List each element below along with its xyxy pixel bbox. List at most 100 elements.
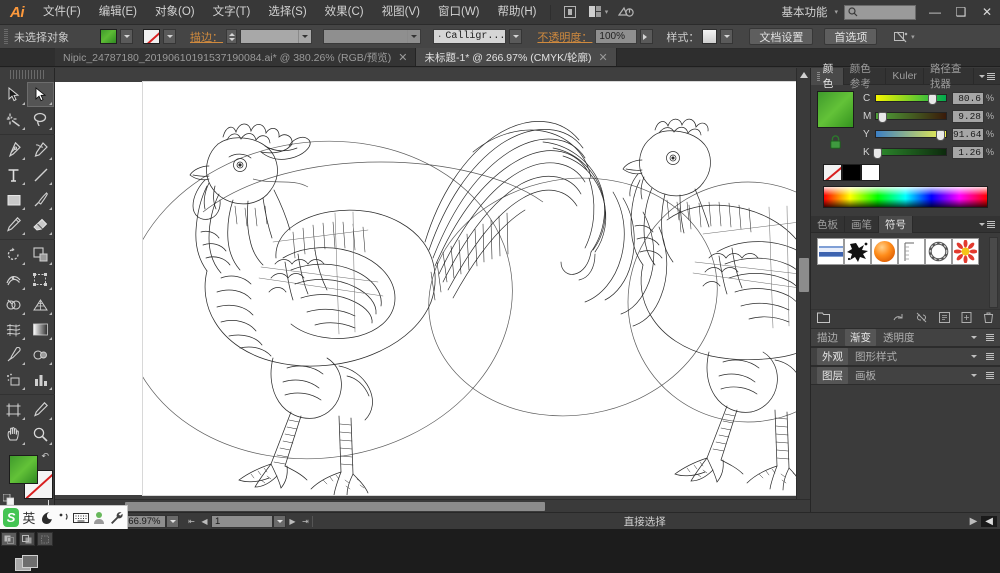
zoom-dropdown-button[interactable] — [166, 514, 179, 528]
draw-behind-icon[interactable] — [19, 532, 35, 546]
canvas-vertical-scrollbar[interactable] — [796, 68, 810, 512]
menu-select[interactable]: 选择(S) — [259, 0, 315, 25]
prev-page-icon[interactable]: ◀ — [198, 515, 211, 528]
menu-window[interactable]: 窗口(W) — [429, 0, 489, 25]
tab-stroke[interactable]: 描边 — [817, 330, 838, 345]
close-button[interactable]: ✕ — [974, 0, 1000, 25]
horizontal-scroll-thumb[interactable] — [125, 502, 545, 511]
line-segment-tool[interactable] — [27, 162, 54, 187]
change-screen-mode-icon[interactable] — [0, 554, 54, 573]
direct-selection-tool[interactable] — [27, 82, 54, 107]
document-setup-button[interactable]: 文档设置 — [749, 28, 814, 45]
vertical-scroll-thumb[interactable] — [799, 258, 809, 292]
menu-type[interactable]: 文字(T) — [204, 0, 260, 25]
canvas-horizontal-scrollbar[interactable] — [55, 499, 810, 512]
close-icon[interactable]: ✕ — [598, 51, 607, 64]
style-dropdown-button[interactable] — [720, 29, 734, 44]
toolbar-fill-swatch[interactable] — [9, 455, 38, 484]
tab-color-guide[interactable]: 颜色参考 — [844, 63, 887, 90]
slider-track-c[interactable] — [875, 94, 947, 105]
opacity-dropdown-button[interactable] — [640, 29, 654, 44]
symbol-sprayer-tool[interactable] — [0, 367, 27, 392]
white-swatch[interactable] — [861, 164, 880, 181]
stroke-profile-combo[interactable] — [323, 29, 421, 44]
eraser-tool[interactable] — [27, 212, 54, 237]
menu-file[interactable]: 文件(F) — [34, 0, 90, 25]
arrange-documents-icon[interactable]: ▾ — [587, 4, 609, 21]
gradient-bar-symbol[interactable] — [817, 238, 844, 265]
stroke-dropdown-button[interactable] — [163, 29, 176, 44]
comma-icon[interactable] — [56, 508, 71, 527]
opacity-input[interactable]: 100% — [595, 29, 638, 44]
menu-effect[interactable]: 效果(C) — [316, 0, 373, 25]
page-number-input[interactable]: 1 — [211, 514, 273, 528]
place-symbol-icon[interactable] — [893, 312, 904, 326]
stroke-color-swatch[interactable] — [143, 29, 160, 44]
slider-value-y[interactable]: 91.64 — [952, 127, 984, 141]
preferences-button[interactable]: 首选项 — [824, 28, 878, 45]
scale-tool[interactable] — [27, 242, 54, 267]
rope-ring-symbol[interactable] — [925, 238, 952, 265]
symbol-options-icon[interactable] — [939, 312, 950, 326]
orange-sphere-symbol[interactable] — [871, 238, 898, 265]
menu-edit[interactable]: 编辑(E) — [90, 0, 146, 25]
close-icon[interactable]: ✕ — [398, 51, 407, 64]
new-symbol-icon[interactable] — [961, 312, 972, 326]
active-color-preview[interactable] — [817, 91, 854, 128]
next-page-icon[interactable]: ▶ — [286, 515, 299, 528]
symbol-libraries-icon[interactable] — [817, 312, 830, 326]
delete-symbol-icon[interactable] — [983, 312, 994, 326]
scroll-up-icon[interactable] — [797, 68, 810, 82]
stock-icon[interactable] — [615, 4, 637, 21]
page-dropdown-button[interactable] — [273, 514, 286, 528]
width-tool[interactable] — [0, 267, 27, 292]
wrench-icon[interactable] — [109, 508, 124, 527]
search-input[interactable] — [844, 4, 916, 20]
canvas-area[interactable] — [55, 68, 810, 512]
restore-button[interactable]: ❑ — [948, 0, 974, 25]
last-page-icon[interactable]: ⇥ — [299, 515, 312, 528]
slider-track-y[interactable] — [875, 130, 947, 141]
curvature-tool[interactable] — [27, 137, 54, 162]
symbols-panel-scrollbar[interactable] — [989, 237, 998, 308]
tab-pathfinder[interactable]: 路径查找器 — [924, 63, 974, 90]
black-swatch[interactable] — [842, 164, 861, 181]
tab-layers[interactable]: 图层 — [817, 367, 848, 384]
default-fill-stroke-icon[interactable] — [2, 493, 15, 506]
menu-help[interactable]: 帮助(H) — [489, 0, 546, 25]
opacity-label[interactable]: 不透明度： — [537, 29, 592, 45]
ime-language-toggle[interactable]: 英 — [21, 508, 36, 527]
selection-tool[interactable] — [0, 82, 27, 107]
slider-track-k[interactable] — [872, 148, 947, 159]
tab-swatches[interactable]: 色板 — [811, 215, 845, 233]
bridge-icon[interactable] — [559, 4, 581, 21]
symbols-panel-menu-icon[interactable] — [974, 220, 1000, 228]
workspace-switcher[interactable]: 基本功能 — [777, 4, 831, 20]
pen-tool[interactable] — [0, 137, 27, 162]
status-expand-icon[interactable]: ▶ — [970, 516, 978, 527]
slice-tool[interactable] — [27, 397, 54, 422]
slider-track-m[interactable] — [875, 112, 947, 123]
slider-value-k[interactable]: 1.26 — [952, 145, 984, 159]
gradient-tool[interactable] — [27, 317, 54, 342]
magic-wand-tool[interactable] — [0, 107, 27, 132]
minimize-button[interactable]: — — [922, 0, 948, 25]
column-graph-tool[interactable] — [27, 367, 54, 392]
ruler-symbol[interactable] — [898, 238, 925, 265]
rotate-tool[interactable] — [0, 242, 27, 267]
align-icon[interactable]: ▾ — [893, 28, 915, 45]
first-page-icon[interactable]: ⇤ — [185, 515, 198, 528]
blend-tool[interactable] — [27, 342, 54, 367]
control-bar-grip[interactable] — [4, 28, 8, 45]
fill-dropdown-button[interactable] — [120, 29, 133, 44]
none-swatch[interactable] — [823, 164, 842, 181]
sogou-logo-icon[interactable]: S — [3, 508, 20, 527]
tab-kuler[interactable]: Kuler — [886, 67, 924, 85]
lock-icon[interactable] — [829, 135, 842, 149]
slider-value-c[interactable]: 80.6 — [952, 91, 984, 105]
fill-color-swatch[interactable] — [100, 29, 117, 44]
tab-artboards[interactable]: 画板 — [855, 368, 876, 383]
color-panel-menu-icon[interactable] — [974, 72, 1000, 80]
lasso-tool[interactable] — [27, 107, 54, 132]
tools-panel-grip[interactable] — [10, 70, 44, 79]
